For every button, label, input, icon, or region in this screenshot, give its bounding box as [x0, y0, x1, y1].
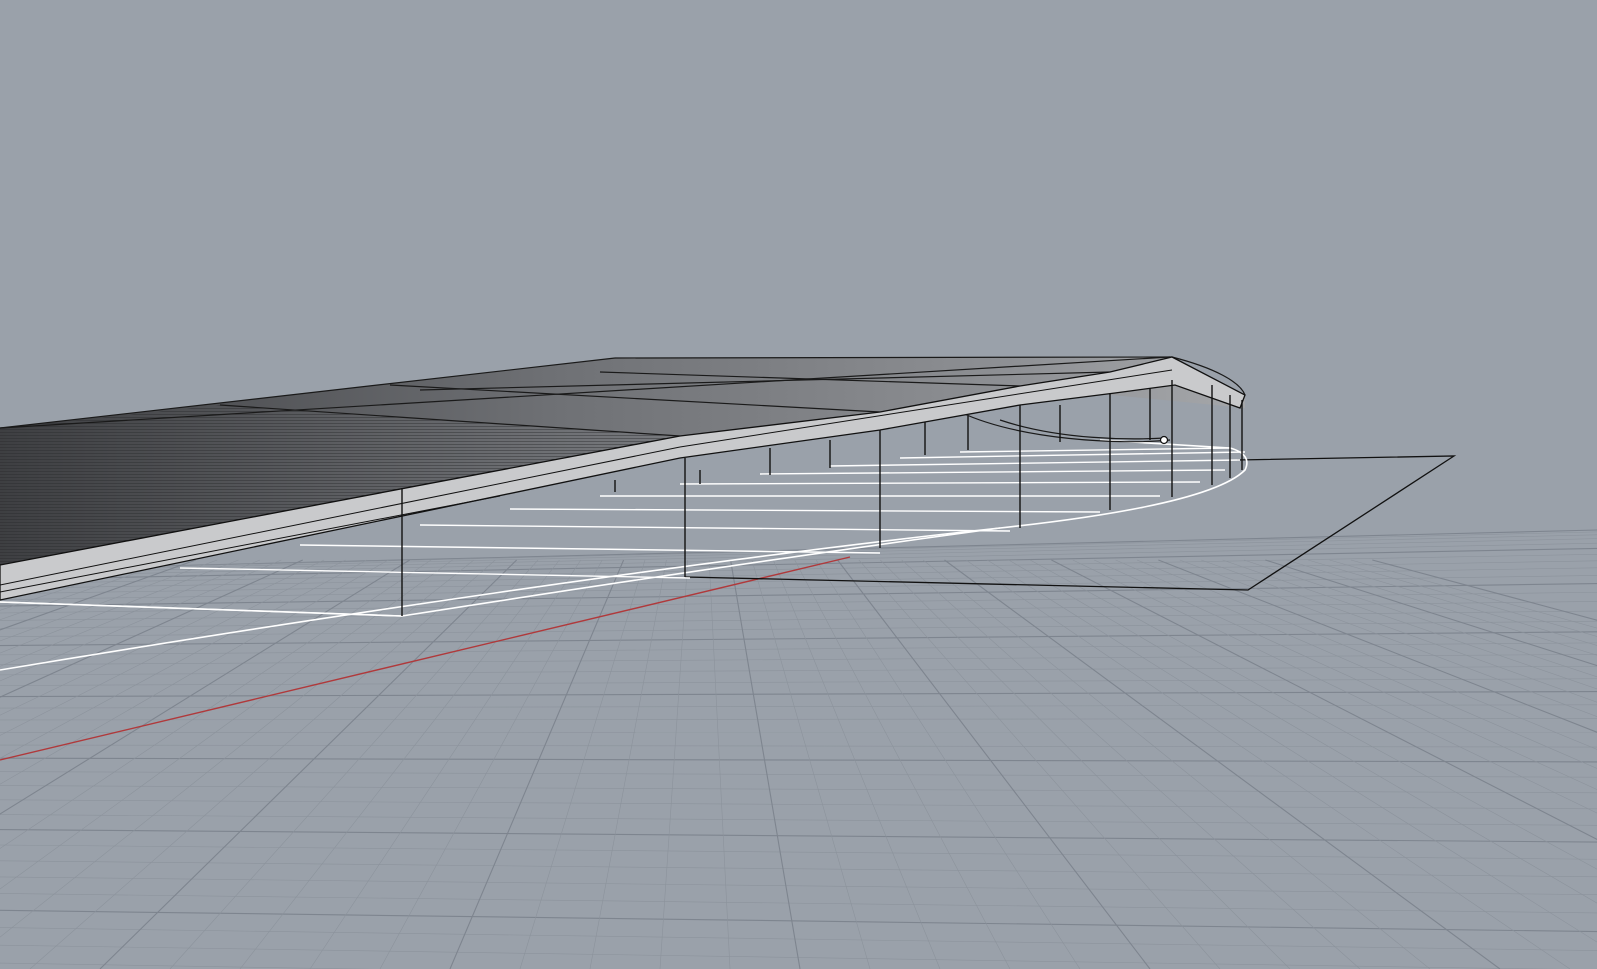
grid-line [239, 559, 560, 969]
x-axis-line [0, 556, 851, 761]
grid-line [858, 559, 1221, 969]
footprint-line [959, 447, 1231, 453]
grid-line [1115, 559, 1597, 769]
grid-line [0, 642, 1597, 656]
grid-line [730, 559, 801, 969]
grid-line [794, 559, 1011, 969]
footprint-line [759, 469, 1226, 475]
grid-line [1158, 559, 1597, 733]
grid-line [815, 559, 1081, 969]
grid-line [449, 559, 625, 969]
grid-line [751, 559, 871, 969]
grid-line [0, 704, 1597, 709]
grid-line [837, 559, 1151, 969]
footprint-line [899, 451, 1246, 459]
grid-line [901, 559, 1361, 969]
grid-line [1008, 559, 1597, 904]
grid-line [0, 666, 1597, 676]
grid-line [0, 559, 89, 587]
footprint-line [829, 459, 1241, 467]
footprint-line [419, 524, 1011, 532]
grid-line [987, 559, 1597, 943]
grid-line [0, 559, 132, 602]
grid-line [309, 559, 582, 969]
grid-line [0, 559, 239, 654]
grid-line [1222, 559, 1597, 690]
grid-line [0, 893, 1597, 914]
grid-line [0, 559, 111, 594]
grid-line [0, 559, 389, 785]
grid-line [29, 559, 496, 969]
viewport-canvas[interactable] [0, 0, 1597, 969]
grid-line [0, 567, 1597, 595]
construction-grid [0, 529, 1597, 969]
grid-line [0, 814, 1597, 826]
grid-line [0, 844, 1597, 860]
grid-line [0, 860, 1597, 878]
grid-line [0, 559, 261, 667]
grid-line [1136, 559, 1597, 750]
footprint-line [509, 508, 1101, 513]
footprint-line [179, 567, 691, 579]
grid-line [0, 927, 1597, 951]
osnap-marker [1159, 435, 1169, 445]
grid-line [0, 909, 1597, 933]
grid-line [0, 559, 303, 698]
grid-line [708, 559, 731, 969]
grid-line [773, 559, 941, 969]
grid-line [0, 559, 475, 938]
grid-line [0, 771, 1597, 778]
footprint-line [299, 544, 881, 554]
grid-line [0, 718, 1597, 721]
grid-line [1179, 559, 1597, 717]
grid-line [0, 559, 218, 642]
grid-line [0, 654, 1597, 665]
grid-line [1201, 559, 1597, 703]
grid-line [944, 559, 1501, 969]
footprint-line [679, 481, 1201, 485]
grid-line [965, 559, 1571, 969]
grid-line [379, 559, 603, 969]
grid-line [0, 691, 1597, 698]
grid-line [0, 799, 1597, 810]
grid-line [0, 559, 175, 621]
grid-line [0, 559, 368, 759]
grid-line [0, 678, 1597, 686]
grid-line [0, 559, 432, 849]
footprint-line [0, 601, 403, 617]
3d-viewport[interactable] [0, 0, 1597, 969]
grid-line [0, 757, 1597, 763]
grid-line [0, 559, 410, 815]
grid-line [1286, 559, 1597, 656]
grid-line [0, 559, 282, 682]
grid-line [0, 559, 453, 890]
